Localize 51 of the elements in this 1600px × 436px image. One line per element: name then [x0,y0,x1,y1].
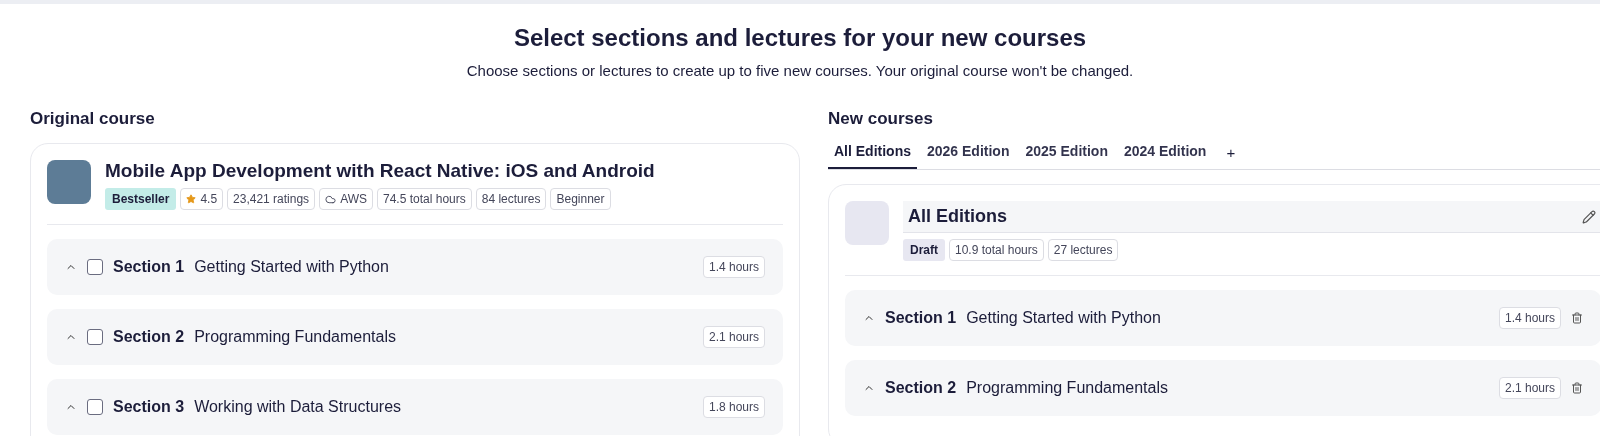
hours-tag: 74.5 total hours [377,188,472,210]
section-title: Getting Started with Python [194,258,390,276]
hours-tag: 10.9 total hours [949,239,1044,261]
course-thumbnail [47,160,91,204]
section-label: Section 2 [885,379,957,397]
checkbox[interactable] [87,329,103,345]
section-row[interactable]: Section 3 Working with Data Structures 1.8 hours [47,379,783,435]
trash-icon[interactable] [1571,312,1583,324]
section-row[interactable]: Section 2 Programming Fundamentals 2.1 hours [845,360,1600,416]
cloud-icon [325,193,337,205]
section-label: Section 3 [113,398,185,416]
page-title: Select sections and lectures for your new courses [513,24,1087,52]
pencil-icon[interactable] [1582,209,1596,224]
add-tab-button[interactable]: + [1216,137,1246,169]
rating-tag: 4.5 [180,188,224,210]
edition-tab[interactable]: 2025 Edition [1019,137,1114,169]
ratings-count-tag: 23,421 ratings [227,188,316,210]
lectures-tag: 84 lectures [475,188,547,210]
duration-tag: 1.4 hours [1498,307,1561,329]
duration-tag: 2.1 hours [702,326,765,348]
duration-tag: 1.4 hours [702,256,765,278]
checkbox[interactable] [87,259,103,275]
section-title: Getting Started with Python [966,309,1162,327]
bestseller-badge: Bestseller [105,188,177,210]
level-tag: Beginner [550,188,611,210]
section-title: Working with Data Structures [194,398,403,416]
section-label: Section 1 [113,258,185,276]
checkbox[interactable] [87,399,103,415]
edition-tab[interactable]: 2024 Edition [1117,137,1213,169]
course-name-field[interactable]: All Editions [903,201,1600,233]
edition-tab[interactable]: All Editions [828,137,917,169]
section-row[interactable]: Section 1 Getting Started with Python 1.4 hours [845,290,1600,346]
course-thumbnail [845,201,889,245]
section-title: Programming Fundamentals [194,328,397,346]
column-heading: Original course [30,109,156,129]
section-row[interactable]: Section 2 Programming Fundamentals 2.1 hours [47,309,783,365]
duration-tag: 1.8 hours [702,396,765,418]
provider-tag: AWS [319,188,373,210]
course-title: Mobile App Development with React Native: iOS and Android [105,160,656,182]
section-label: Section 1 [885,309,957,327]
section-label: Section 2 [113,328,185,346]
section-row[interactable]: Section 1 Getting Started with Python 1.4 hours [47,239,783,295]
section-title: Programming Fundamentals [966,379,1169,397]
lectures-tag: 27 lectures [1047,239,1119,261]
page-subtitle: Choose sections or lectures to create up to five new courses. Your original course won't be changed. [466,62,1134,79]
trash-icon[interactable] [1571,382,1583,394]
duration-tag: 2.1 hours [1498,377,1561,399]
star-icon [186,194,197,204]
edition-tab[interactable]: 2026 Edition [921,137,1016,169]
column-heading: New courses [828,109,934,129]
draft-badge: Draft [903,239,945,261]
